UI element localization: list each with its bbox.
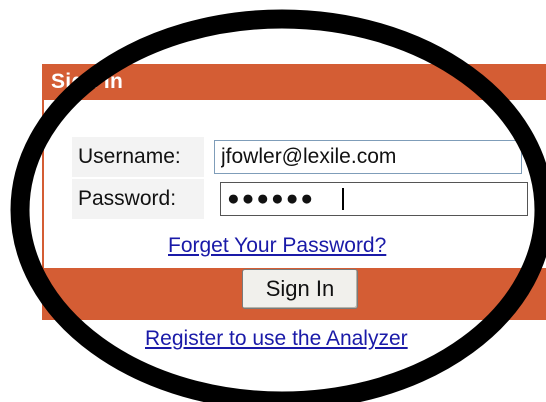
sign-in-panel: Sign In Username: Password: Forget Your … — [42, 64, 546, 320]
sign-in-form: Username: Password: Forget Your Password… — [44, 100, 546, 268]
sign-in-header-title: Sign In — [51, 70, 124, 93]
sign-in-header: Sign In — [42, 64, 546, 100]
username-input[interactable] — [214, 140, 522, 174]
password-input[interactable] — [220, 182, 528, 216]
register-link[interactable]: Register to use the Analyzer — [145, 327, 408, 351]
forgot-password-link[interactable]: Forget Your Password? — [168, 234, 386, 258]
password-label: Password: — [72, 179, 204, 219]
sign-in-button[interactable]: Sign In — [242, 269, 358, 309]
text-caret — [342, 188, 344, 210]
username-label: Username: — [72, 137, 204, 177]
